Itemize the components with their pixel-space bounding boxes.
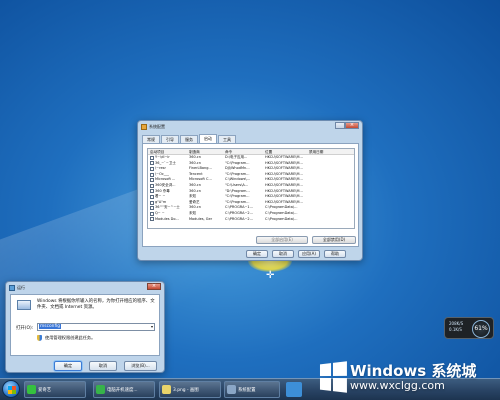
startup-item-cell: ✓Modules Do... [148, 217, 187, 223]
taskbar-app-label: 系统配置 [238, 387, 256, 393]
open-input[interactable]: msconfig ▾ [37, 323, 155, 331]
watermark: Windows 系统城 www.wxclgg.com [318, 358, 476, 396]
gadget-speeds: 208K/S 0.1K/S [449, 321, 463, 333]
syscfg-titlebar[interactable]: 系统配置 [138, 121, 362, 132]
syscfg-cancel-button[interactable]: 取消 [272, 250, 294, 258]
watermark-title: Windows 系统城 [350, 361, 477, 380]
syscfg-app-icon [141, 123, 147, 130]
startup-loc-cell: C:\ProgramData\... [265, 216, 298, 221]
minimize-button[interactable] [335, 122, 345, 129]
startup-maker-cell: Modules, Ger [189, 216, 213, 221]
taskbar-app-label: 爱奇艺 [38, 387, 52, 393]
usage-dial: 61% [472, 320, 490, 338]
startup-checkbox[interactable]: ✓ [150, 211, 154, 216]
windows-logo-icon [8, 386, 16, 394]
taskbar-app-label: 电脑开机速度... [107, 387, 138, 393]
run-titlebar[interactable]: 运行 [6, 282, 164, 293]
tab-startup[interactable]: 启动 [199, 134, 217, 143]
column-header-location[interactable]: 位置 [263, 149, 307, 154]
taskbar-app-iqiyi[interactable]: 爱奇艺 [24, 381, 86, 398]
tab-general[interactable]: 常规 [142, 135, 160, 143]
startup-checkbox[interactable]: ✓ [150, 178, 154, 183]
column-header-command[interactable]: 命令 [223, 149, 263, 154]
mouse-cursor-icon: ✛ [266, 270, 275, 281]
run-close-button[interactable]: × [147, 283, 161, 290]
run-cancel-button[interactable]: 取消 [89, 361, 117, 371]
startup-checkbox[interactable]: ✓ [150, 217, 154, 222]
download-speed: 0.1K/S [449, 327, 462, 332]
open-input-value: msconfig [39, 324, 62, 329]
admin-note-text: 使用管理权限创建此任务。 [45, 335, 96, 340]
admin-note: 使用管理权限创建此任务。 [37, 335, 95, 341]
windows-logo-icon [319, 361, 347, 393]
watermark-url: www.wxclgg.com [350, 378, 445, 392]
column-header-maker[interactable]: 制造商 [187, 149, 223, 154]
syscfg-taskbar-icon [227, 385, 236, 394]
syscfg-title: 系统配置 [149, 123, 165, 129]
tab-services[interactable]: 服务 [180, 135, 198, 143]
network-speed-gadget[interactable]: 208K/S 0.1K/S 61% [444, 317, 494, 339]
disable-all-button[interactable]: 全部禁用(D) [312, 236, 356, 244]
start-button[interactable] [2, 380, 20, 398]
close-button[interactable]: × [345, 122, 359, 129]
run-body: Windows 将根据你所输入的名称，为你打开相应的程序、文件夹、文档或 Int… [10, 294, 160, 356]
taskbar-app-paint[interactable]: 3.png - 画图 [159, 381, 221, 398]
syscfg-window-controls: × [335, 122, 359, 129]
startup-checkbox[interactable]: ✓ [150, 155, 154, 160]
syscfg-apply-button[interactable]: 应用(A) [298, 250, 320, 258]
run-ok-button[interactable]: 确定 [54, 361, 82, 371]
startup-checkbox[interactable]: ✓ [150, 172, 154, 177]
startup-checkbox[interactable]: ✓ [150, 189, 154, 194]
iqiyi-icon [27, 385, 36, 394]
startup-disabled-date-cell [307, 217, 352, 223]
startup-cmd-cell: C:\PROGRA~2... [225, 216, 253, 221]
startup-panel: 启动项目 制造商 命令 位置 禁用日期 ✓Y~\dl~ir360.cnD:\电子… [142, 143, 359, 247]
open-label: 打开(O): [16, 326, 34, 331]
column-header-item[interactable]: 启动项目 [148, 149, 187, 154]
table-row[interactable]: ✓Modules Do...Modules, GerC:\PROGRA~2...… [148, 217, 354, 223]
startup-checkbox[interactable]: ✓ [150, 166, 154, 171]
system-config-window: 系统配置 × 常规 引导 服务 启动 工具 启动项目 制造商 命令 位置 禁用日… [137, 120, 363, 261]
startup-checkbox[interactable]: ✓ [150, 183, 154, 188]
run-description: Windows 将根据你所输入的名称，为你打开相应的程序、文件夹、文档或 Int… [37, 299, 155, 310]
run-app-icon [9, 284, 15, 291]
startup-item-name: Modules Do... [155, 216, 179, 221]
taskbar-pinned-app-icon[interactable] [286, 382, 302, 397]
run-program-icon [17, 300, 31, 310]
syscfg-help-button[interactable]: 帮助 [324, 250, 346, 258]
taskbar-app-syscfg[interactable]: 系统配置 [224, 381, 280, 398]
enable-all-button[interactable]: 全部启用(E) [256, 236, 308, 244]
startup-checkbox[interactable]: ✓ [150, 161, 154, 166]
run-browse-button[interactable]: 浏览(B)... [124, 361, 157, 371]
startup-list: 启动项目 制造商 命令 位置 禁用日期 ✓Y~\dl~ir360.cnD:\电子… [147, 148, 355, 229]
browser-icon [96, 385, 105, 394]
run-title: 运行 [17, 284, 25, 290]
paint-icon [162, 385, 171, 394]
startup-checkbox[interactable]: ✓ [150, 206, 154, 211]
startup-rows: ✓Y~\dl~ir360.cnD:\电子应用...HKCU\SOFTWARE\M… [148, 155, 354, 222]
run-dialog: 运行 × Windows 将根据你所输入的名称，为你打开相应的程序、文件夹、文档… [5, 281, 165, 373]
column-header-disabled-date[interactable]: 禁用日期 [307, 149, 352, 154]
startup-checkbox[interactable]: ✓ [150, 200, 154, 205]
taskbar-app-label: 3.png - 画图 [173, 387, 199, 393]
syscfg-tabs: 常规 引导 服务 启动 工具 [142, 134, 236, 143]
shield-icon [37, 335, 42, 341]
tab-boot[interactable]: 引导 [161, 135, 179, 143]
taskbar-app-browser[interactable]: 电脑开机速度... [93, 381, 155, 398]
syscfg-ok-button[interactable]: 确定 [246, 250, 268, 258]
startup-checkbox[interactable]: ✓ [150, 194, 154, 199]
chevron-down-icon[interactable]: ▾ [151, 324, 153, 330]
tab-tools[interactable]: 工具 [218, 135, 236, 143]
